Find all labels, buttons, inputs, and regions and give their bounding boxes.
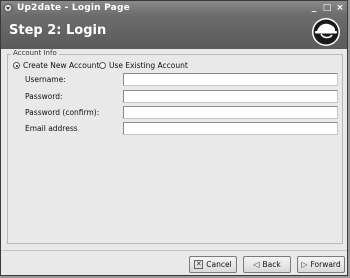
email-address-field[interactable] [123,122,338,135]
login-window: Up2date - Login Page _ □ × Step 2: Login… [0,0,348,276]
step-title: Step 2: Login [9,23,107,38]
button-bar-separator [1,250,347,251]
email-address-label: Email address [25,124,78,133]
radio-selected-indicator[interactable] [13,62,20,69]
redhat-shadowman-icon [312,18,340,46]
username-label: Username: [25,75,66,84]
cancel-label: Cancel [206,260,232,269]
step-header: Step 2: Login [1,15,347,49]
window-menu-icon[interactable] [3,3,13,13]
back-label: Back [262,260,281,269]
use-existing-account-radio[interactable]: Use Existing Account [99,61,188,70]
close-button[interactable]: × [335,3,345,13]
arrow-left-icon: ◁ [253,259,260,269]
password-field[interactable] [123,90,338,103]
maximize-button[interactable]: □ [322,3,332,13]
password-confirm-field[interactable] [123,106,338,119]
create-new-account-label: Create New Account [23,61,100,70]
account-info-legend: Account Info [11,49,59,57]
password-confirm-label: Password (confirm): [25,108,100,117]
password-label: Password: [25,92,63,101]
use-existing-account-label: Use Existing Account [109,61,188,70]
minimize-button[interactable]: _ [309,3,319,13]
cancel-button[interactable]: ✕ Cancel [189,256,237,273]
window-title: Up2date - Login Page [17,3,130,13]
username-field[interactable] [123,73,338,86]
x-icon: ✕ [194,260,204,269]
create-new-account-radio[interactable]: Create New Account [13,61,99,70]
title-bar[interactable]: Up2date - Login Page _ □ × [1,1,347,15]
back-button[interactable]: ◁ Back [243,256,291,273]
radio-unselected-indicator[interactable] [99,62,106,69]
arrow-right-icon: ▷ [301,259,308,269]
forward-label: Forward [310,260,341,269]
forward-button[interactable]: ▷ Forward [297,256,345,273]
